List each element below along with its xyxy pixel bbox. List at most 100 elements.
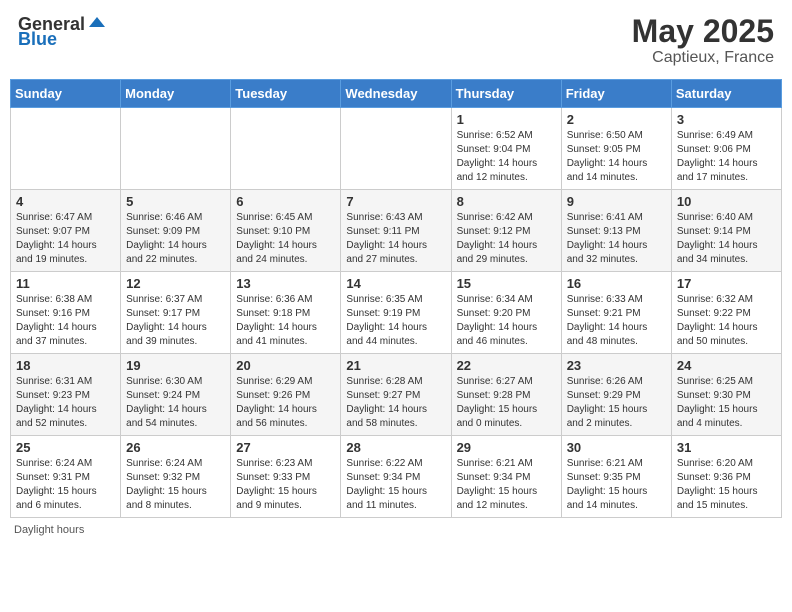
day-number: 18	[16, 358, 115, 373]
table-row: 1 Sunrise: 6:52 AMSunset: 9:04 PMDaylight…	[451, 108, 561, 190]
table-row: 25Sunrise: 6:24 AMSunset: 9:31 PMDayligh…	[11, 436, 121, 518]
day-info: Sunrise: 6:40 AMSunset: 9:14 PMDaylight:…	[677, 211, 776, 267]
day-number: 6	[236, 194, 335, 209]
day-info: Sunrise: 6:42 AMSunset: 9:12 PMDaylight:…	[457, 211, 556, 267]
day-number: 21	[346, 358, 445, 373]
col-wednesday: Wednesday	[341, 80, 451, 108]
table-row: 18 Sunrise: 6:31 AMSunset: 9:23 PMDayligh…	[11, 354, 121, 436]
day-number: 25	[16, 440, 115, 455]
day-number: 26	[126, 440, 225, 455]
day-info: Sunrise: 6:26 AMSunset: 9:29 PMDaylight:…	[567, 375, 666, 431]
table-row: 15 Sunrise: 6:34 AMSunset: 9:20 PMDayligh…	[451, 272, 561, 354]
col-friday: Friday	[561, 80, 671, 108]
table-row: 9 Sunrise: 6:41 AMSunset: 9:13 PMDaylight…	[561, 190, 671, 272]
day-info: Sunrise: 6:34 AMSunset: 9:20 PMDaylight:…	[457, 293, 556, 349]
footer-note: Daylight hours	[10, 524, 782, 536]
title-block: May 2025 Captieux, France	[632, 14, 774, 67]
logo: General Blue	[18, 14, 107, 50]
calendar-table: Sunday Monday Tuesday Wednesday Thursday…	[10, 79, 782, 518]
table-row: 6 Sunrise: 6:45 AMSunset: 9:10 PMDaylight…	[231, 190, 341, 272]
table-row: 7 Sunrise: 6:43 AMSunset: 9:11 PMDaylight…	[341, 190, 451, 272]
day-number: 1	[457, 112, 556, 127]
table-row: 31 Sunrise: 6:20 AMSunset: 9:36 PMDayligh…	[671, 436, 781, 518]
day-info: Sunrise: 6:38 AMSunset: 9:16 PMDaylight:…	[16, 293, 115, 349]
table-row: 10 Sunrise: 6:40 AMSunset: 9:14 PMDayligh…	[671, 190, 781, 272]
day-number: 10	[677, 194, 776, 209]
day-info: Sunrise: 6:45 AMSunset: 9:10 PMDaylight:…	[236, 211, 335, 267]
day-number: 30	[567, 440, 666, 455]
day-info: Sunrise: 6:21 AMSunset: 9:34 PMDaylight:…	[457, 457, 556, 513]
table-row: 4 Sunrise: 6:47 AMSunset: 9:07 PMDaylight…	[11, 190, 121, 272]
day-info: Sunrise: 6:47 AMSunset: 9:07 PMDaylight:…	[16, 211, 115, 267]
table-row: 8 Sunrise: 6:42 AMSunset: 9:12 PMDaylight…	[451, 190, 561, 272]
table-row: 11 Sunrise: 6:38 AMSunset: 9:16 PMDayligh…	[11, 272, 121, 354]
table-row: 27 Sunrise: 6:23 AMSunset: 9:33 PMDayligh…	[231, 436, 341, 518]
day-number: 19	[126, 358, 225, 373]
calendar-week-row: 1 Sunrise: 6:52 AMSunset: 9:04 PMDaylight…	[11, 108, 782, 190]
col-thursday: Thursday	[451, 80, 561, 108]
table-row: 19 Sunrise: 6:30 AMSunset: 9:24 PMDayligh…	[121, 354, 231, 436]
day-info: Sunrise: 6:25 AMSunset: 9:30 PMDaylight:…	[677, 375, 776, 431]
day-number: 29	[457, 440, 556, 455]
day-info: Sunrise: 6:37 AMSunset: 9:17 PMDaylight:…	[126, 293, 225, 349]
day-number: 28	[346, 440, 445, 455]
day-number: 8	[457, 194, 556, 209]
day-info: Sunrise: 6:50 AMSunset: 9:05 PMDaylight:…	[567, 129, 666, 185]
logo-icon	[87, 13, 107, 33]
day-info: Sunrise: 6:30 AMSunset: 9:24 PMDaylight:…	[126, 375, 225, 431]
calendar-week-row: 11 Sunrise: 6:38 AMSunset: 9:16 PMDayligh…	[11, 272, 782, 354]
day-info: Sunrise: 6:36 AMSunset: 9:18 PMDaylight:…	[236, 293, 335, 349]
day-info: Sunrise: 6:52 AMSunset: 9:04 PMDaylight:…	[457, 129, 556, 185]
day-info: Sunrise: 6:35 AMSunset: 9:19 PMDaylight:…	[346, 293, 445, 349]
day-info: Sunrise: 6:23 AMSunset: 9:33 PMDaylight:…	[236, 457, 335, 513]
table-row: 30 Sunrise: 6:21 AMSunset: 9:35 PMDayligh…	[561, 436, 671, 518]
day-info: Sunrise: 6:20 AMSunset: 9:36 PMDaylight:…	[677, 457, 776, 513]
table-row: 26Sunrise: 6:24 AMSunset: 9:32 PMDayligh…	[121, 436, 231, 518]
col-saturday: Saturday	[671, 80, 781, 108]
day-info: Sunrise: 6:22 AMSunset: 9:34 PMDaylight:…	[346, 457, 445, 513]
month-title: May 2025	[632, 14, 774, 49]
day-info: Sunrise: 6:41 AMSunset: 9:13 PMDaylight:…	[567, 211, 666, 267]
table-row: 14 Sunrise: 6:35 AMSunset: 9:19 PMDayligh…	[341, 272, 451, 354]
table-row: 5Sunrise: 6:46 AMSunset: 9:09 PMDaylight…	[121, 190, 231, 272]
table-row: 13 Sunrise: 6:36 AMSunset: 9:18 PMDayligh…	[231, 272, 341, 354]
day-info: Sunrise: 6:21 AMSunset: 9:35 PMDaylight:…	[567, 457, 666, 513]
day-number: 15	[457, 276, 556, 291]
day-number: 20	[236, 358, 335, 373]
day-number: 4	[16, 194, 115, 209]
table-row	[341, 108, 451, 190]
table-row: 21Sunrise: 6:28 AMSunset: 9:27 PMDayligh…	[341, 354, 451, 436]
day-number: 13	[236, 276, 335, 291]
day-number: 3	[677, 112, 776, 127]
day-number: 11	[16, 276, 115, 291]
day-number: 31	[677, 440, 776, 455]
table-row: 24Sunrise: 6:25 AMSunset: 9:30 PMDayligh…	[671, 354, 781, 436]
table-row: 29 Sunrise: 6:21 AMSunset: 9:34 PMDayligh…	[451, 436, 561, 518]
col-sunday: Sunday	[11, 80, 121, 108]
day-number: 7	[346, 194, 445, 209]
day-info: Sunrise: 6:29 AMSunset: 9:26 PMDaylight:…	[236, 375, 335, 431]
day-number: 9	[567, 194, 666, 209]
day-number: 23	[567, 358, 666, 373]
calendar-week-row: 25Sunrise: 6:24 AMSunset: 9:31 PMDayligh…	[11, 436, 782, 518]
day-info: Sunrise: 6:31 AMSunset: 9:23 PMDaylight:…	[16, 375, 115, 431]
day-number: 14	[346, 276, 445, 291]
table-row: 28 Sunrise: 6:22 AMSunset: 9:34 PMDayligh…	[341, 436, 451, 518]
table-row: 17 Sunrise: 6:32 AMSunset: 9:22 PMDayligh…	[671, 272, 781, 354]
day-number: 27	[236, 440, 335, 455]
day-number: 17	[677, 276, 776, 291]
day-number: 16	[567, 276, 666, 291]
table-row: 12Sunrise: 6:37 AMSunset: 9:17 PMDayligh…	[121, 272, 231, 354]
day-number: 2	[567, 112, 666, 127]
col-tuesday: Tuesday	[231, 80, 341, 108]
day-number: 22	[457, 358, 556, 373]
table-row: 20 Sunrise: 6:29 AMSunset: 9:26 PMDayligh…	[231, 354, 341, 436]
calendar-header-row: Sunday Monday Tuesday Wednesday Thursday…	[11, 80, 782, 108]
day-info: Sunrise: 6:43 AMSunset: 9:11 PMDaylight:…	[346, 211, 445, 267]
table-row: 22Sunrise: 6:27 AMSunset: 9:28 PMDayligh…	[451, 354, 561, 436]
day-info: Sunrise: 6:32 AMSunset: 9:22 PMDaylight:…	[677, 293, 776, 349]
table-row: 2 Sunrise: 6:50 AMSunset: 9:05 PMDaylight…	[561, 108, 671, 190]
table-row	[231, 108, 341, 190]
col-monday: Monday	[121, 80, 231, 108]
day-info: Sunrise: 6:33 AMSunset: 9:21 PMDaylight:…	[567, 293, 666, 349]
